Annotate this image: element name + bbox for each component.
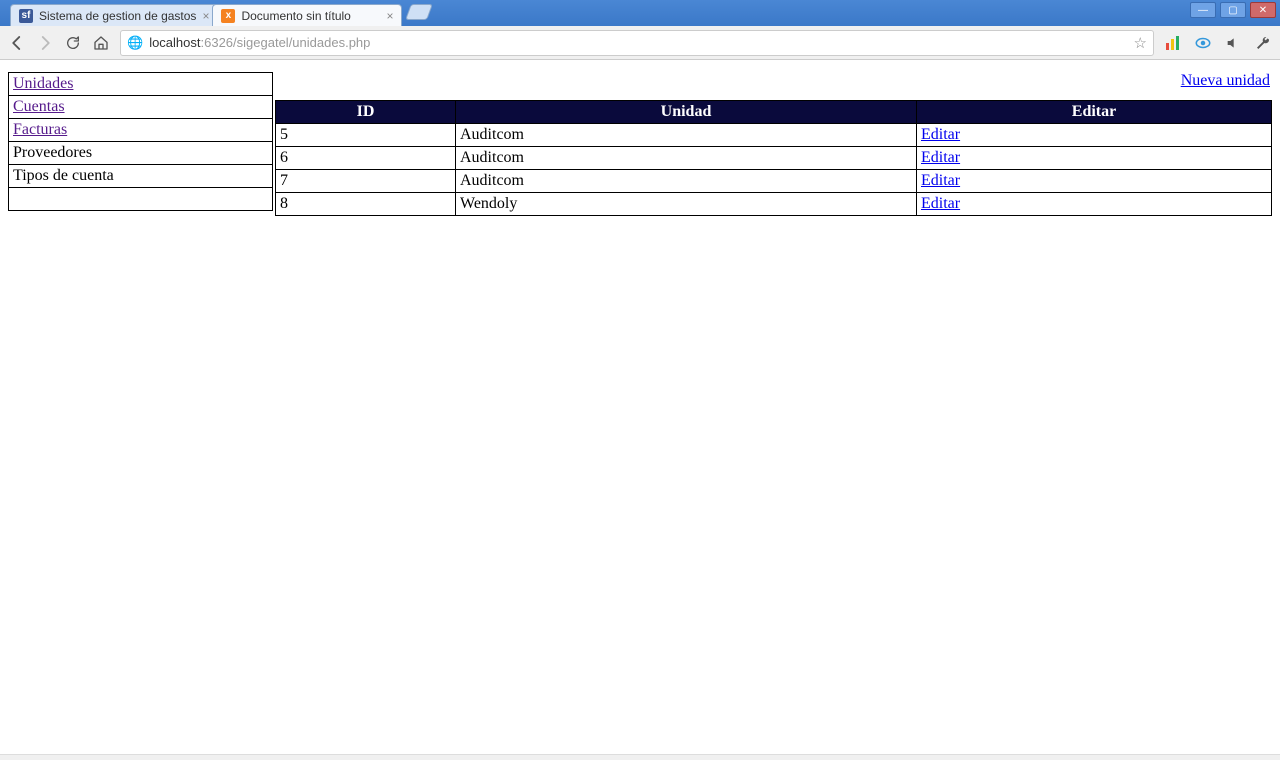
sidebar-item: Tipos de cuenta [9,165,273,188]
cell-unidad: Auditcom [456,147,917,170]
cell-unidad: Wendoly [456,193,917,216]
address-bar[interactable]: 🌐 localhost:6326/sigegatel/unidades.php … [120,30,1154,56]
cell-id: 8 [276,193,456,216]
favicon-icon: sf [19,9,33,23]
edit-link[interactable]: Editar [921,172,960,189]
table-row: 6AuditcomEditar [276,147,1272,170]
table-row: 5AuditcomEditar [276,124,1272,147]
cell-id: 7 [276,170,456,193]
sidebar-item: Proveedores [9,142,273,165]
cell-editar: Editar [917,193,1272,216]
new-tab-button[interactable] [406,4,434,20]
sidebar-nav: Unidades Cuentas Facturas ProveedoresTipos … [8,72,273,211]
tab-title: Sistema de gestion de gastos [39,9,196,23]
edit-link[interactable]: Editar [921,126,960,143]
reload-button[interactable] [64,34,82,52]
extension-icons [1164,34,1272,52]
cell-unidad: Auditcom [456,170,917,193]
table-row: 8WendolyEditar [276,193,1272,216]
col-editar-header: Editar [917,101,1272,124]
sidebar-item[interactable]: Unidades [9,73,273,96]
cell-editar: Editar [917,124,1272,147]
close-tab-icon[interactable]: × [202,9,209,23]
browser-tab-1[interactable]: x Documento sin título × [212,4,402,26]
window-controls: — ▢ ✕ [1190,2,1276,18]
table-row: 7AuditcomEditar [276,170,1272,193]
sidebar-item[interactable]: Cuentas [9,96,273,119]
sidebar-link[interactable]: Facturas [13,121,67,138]
table-header-row: ID Unidad Editar [276,101,1272,124]
minimize-button[interactable]: — [1190,2,1216,18]
sidebar-item[interactable]: Facturas [9,119,273,142]
edit-link[interactable]: Editar [921,149,960,166]
cell-editar: Editar [917,147,1272,170]
forward-button[interactable] [36,34,54,52]
sidebar-link[interactable]: Cuentas [13,98,65,115]
browser-toolbar: 🌐 localhost:6326/sigegatel/unidades.php … [0,26,1280,60]
extension-bars-icon[interactable] [1164,34,1182,52]
url-text: localhost:6326/sigegatel/unidades.php [149,35,1133,50]
cell-editar: Editar [917,170,1272,193]
units-table: ID Unidad Editar 5AuditcomEditar6Auditco… [275,100,1272,216]
favicon-icon: x [221,9,235,23]
browser-titlebar: sf Sistema de gestion de gastos × x Docu… [0,0,1280,26]
col-unidad-header: Unidad [456,101,917,124]
new-unit-row: Nueva unidad [275,72,1272,90]
cell-unidad: Auditcom [456,124,917,147]
edit-link[interactable]: Editar [921,195,960,212]
wrench-menu-icon[interactable] [1254,34,1272,52]
main-area: Nueva unidad ID Unidad Editar 5AuditcomE… [275,72,1272,216]
page-content: Unidades Cuentas Facturas ProveedoresTipos … [0,60,1280,760]
sidebar-item [9,188,273,211]
tab-title: Documento sin título [241,9,380,23]
extension-sound-icon[interactable] [1224,34,1242,52]
status-bar [0,754,1280,760]
back-button[interactable] [8,34,26,52]
close-window-button[interactable]: ✕ [1250,2,1276,18]
col-id-header: ID [276,101,456,124]
maximize-button[interactable]: ▢ [1220,2,1246,18]
globe-icon: 🌐 [127,35,143,51]
new-unit-link[interactable]: Nueva unidad [1181,72,1270,89]
sidebar-link[interactable]: Unidades [13,75,73,92]
browser-tab-0[interactable]: sf Sistema de gestion de gastos × [10,4,218,26]
tab-strip: sf Sistema de gestion de gastos × x Docu… [0,0,430,26]
cell-id: 6 [276,147,456,170]
home-button[interactable] [92,34,110,52]
cell-id: 5 [276,124,456,147]
extension-eye-icon[interactable] [1194,34,1212,52]
bookmark-star-icon[interactable]: ☆ [1134,34,1147,52]
close-tab-icon[interactable]: × [386,9,393,23]
